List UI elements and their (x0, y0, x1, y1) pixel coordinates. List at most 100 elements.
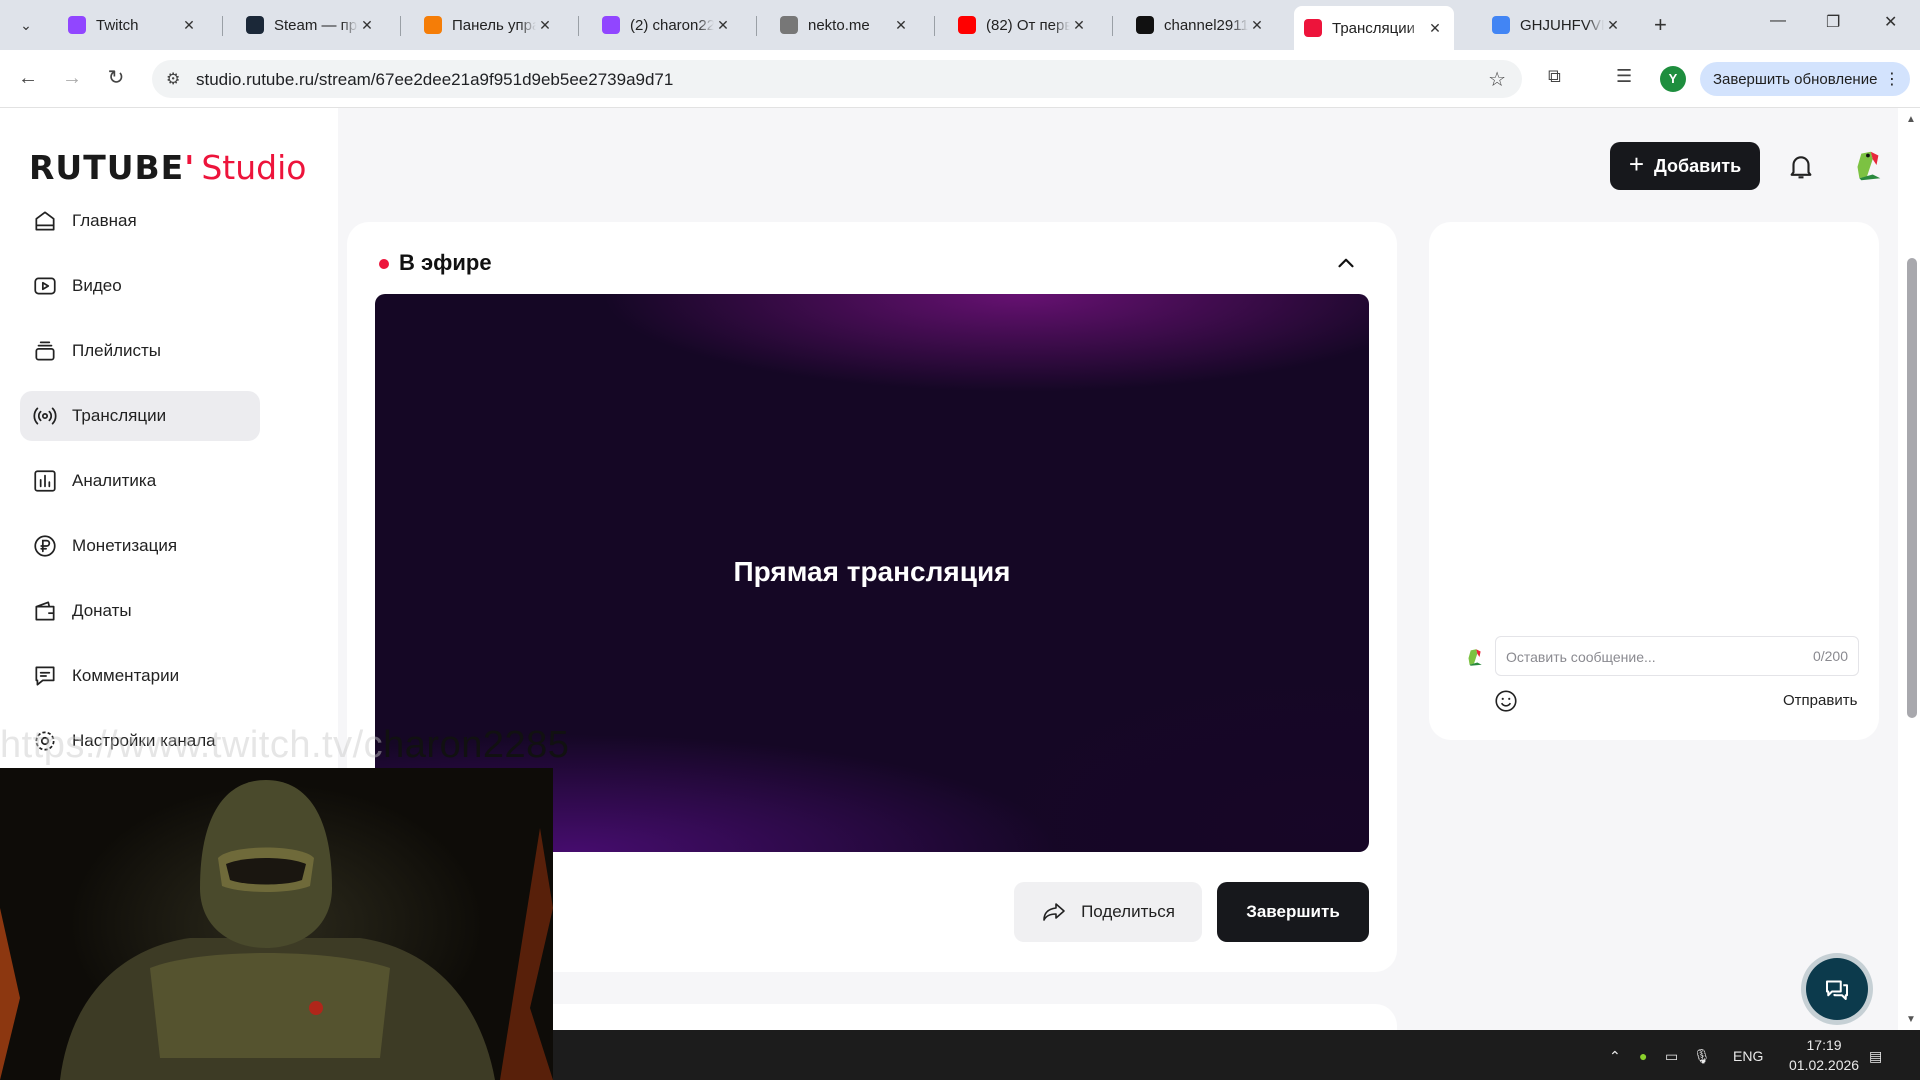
tab-title: (82) От первого (986, 16, 1070, 34)
page-scrollbar-thumb[interactable] (1907, 258, 1917, 718)
player-title: Прямая трансляция (733, 556, 1011, 587)
language-indicator[interactable]: ENG (1733, 1048, 1763, 1064)
minimize-icon[interactable]: — (1770, 12, 1786, 30)
sidebar-item-label: Монетизация (72, 536, 178, 555)
tab-title: Steam — профиль (274, 16, 358, 34)
emoji-icon[interactable] (1493, 688, 1519, 714)
playlist-icon (35, 341, 55, 361)
tray-app-icon[interactable]: ● (1639, 1048, 1647, 1064)
chat-panel: Оставить сообщение... 0/200 Отправить (1429, 222, 1879, 740)
finish-stream-button[interactable]: Завершить (1217, 882, 1369, 942)
close-tab-icon[interactable]: ✕ (714, 17, 732, 34)
sidebar-item-monetization[interactable]: Монетизация (20, 521, 260, 571)
sidebar-item-video[interactable]: Видео (20, 261, 260, 311)
close-tab-icon[interactable]: ✕ (1604, 17, 1622, 34)
chevron-down-icon: ⌄ (20, 16, 32, 33)
browser-tab[interactable]: Twitch ✕ (58, 8, 208, 42)
browser-tab[interactable]: Панель управления✕ (414, 8, 564, 42)
bookmark-star-icon[interactable]: ☆ (1488, 67, 1506, 92)
back-button[interactable]: ← (16, 66, 40, 90)
tab-separator (934, 16, 935, 36)
scroll-up-icon[interactable]: ▲ (1906, 114, 1916, 125)
sidebar-item-label: Главная (72, 211, 137, 230)
share-button[interactable]: Поделиться (1014, 882, 1202, 942)
chat-char-counter: 0/200 (1812, 648, 1848, 664)
browser-tab[interactable]: channel29115 ✕ (1126, 8, 1276, 42)
browser-tab[interactable]: (2) charon2285✕ (592, 8, 742, 42)
support-chat-button[interactable] (1806, 958, 1868, 1020)
chat-send-button[interactable]: Отправить (1783, 692, 1857, 709)
sidebar-item-home[interactable]: Главная (20, 196, 260, 246)
tab-separator (578, 16, 579, 36)
tab-search-button[interactable]: ⌄ (12, 12, 40, 38)
tab-separator (756, 16, 757, 36)
add-button-label: Добавить (1654, 155, 1742, 176)
sidebar-item-playlists[interactable]: Плейлисты (20, 326, 260, 376)
overlay-url-faint: https://www.twitch.tv/c (0, 724, 384, 766)
support-chat-icon (1826, 980, 1848, 1000)
sidebar-item-label: Комментарии (72, 666, 180, 685)
system-clock[interactable]: 17:19 01.02.2026 (1789, 1035, 1859, 1075)
reload-button[interactable]: ↻ (104, 66, 128, 90)
notifications-icon[interactable]: ▤ (1869, 1048, 1882, 1065)
comments-icon (35, 666, 55, 686)
address-bar[interactable]: ⚙ studio.rutube.ru/stream/67ee2dee21a9f9… (152, 60, 1522, 98)
extensions-icon[interactable]: ⧉ (1548, 66, 1561, 87)
rutube-studio-logo[interactable]: RUTUBE' Studio (29, 148, 306, 187)
finish-update-button[interactable]: Завершить обновление ⋮ (1700, 62, 1910, 96)
browser-tab[interactable]: nekto.me ✕ (770, 8, 920, 42)
twitch-icon (602, 16, 620, 34)
donation-icon (424, 16, 442, 34)
close-tab-icon[interactable]: ✕ (1070, 17, 1088, 34)
close-tab-icon[interactable]: ✕ (536, 17, 554, 34)
browser-tab[interactable]: Трансляции ✕ (1294, 6, 1454, 50)
armored-character-image (0, 780, 553, 1080)
microphone-icon[interactable]: 🎙 (1693, 1048, 1711, 1065)
battery-icon[interactable]: ▭ (1665, 1048, 1678, 1065)
stream-overlay-url: https://www.twitch.tv/charon2285 (0, 724, 569, 768)
notifications-bell-icon[interactable] (1786, 150, 1816, 182)
steam-icon (246, 16, 264, 34)
sidebar-item-donations[interactable]: Донаты (20, 586, 260, 636)
sidebar-item-comments[interactable]: Комментарии (20, 651, 260, 701)
broadcast-icon (33, 407, 57, 425)
restore-icon[interactable]: ❐ (1826, 12, 1840, 32)
sidebar-item-label: Донаты (72, 601, 132, 620)
youtube-icon (958, 16, 976, 34)
wallet-icon (35, 601, 55, 621)
sidebar-item-analytics[interactable]: Аналитика (20, 456, 260, 506)
add-button[interactable]: + Добавить (1610, 142, 1760, 190)
browser-tab[interactable]: GHJUHFVVF ✕ (1482, 8, 1632, 42)
address-url[interactable]: studio.rutube.ru/stream/67ee2dee21a9f951… (196, 70, 673, 90)
close-window-icon[interactable]: ✕ (1884, 12, 1897, 32)
user-avatar[interactable] (1848, 146, 1886, 184)
tab-separator (400, 16, 401, 36)
browser-tab-strip: ⌄ Twitch✕Steam — профиль✕Панель управлен… (0, 0, 1920, 50)
share-icon (1043, 903, 1065, 921)
close-tab-icon[interactable]: ✕ (1248, 17, 1266, 34)
close-tab-icon[interactable]: ✕ (358, 17, 376, 34)
new-tab-button[interactable]: + (1654, 12, 1667, 38)
chevron-up-icon[interactable] (1333, 250, 1359, 276)
sidebar-item-broadcasts[interactable]: Трансляции (20, 391, 260, 441)
close-tab-icon[interactable]: ✕ (180, 17, 198, 34)
nekto-icon (780, 16, 798, 34)
forward-button[interactable]: → (60, 66, 84, 90)
media-controls-icon[interactable]: ☰ (1616, 66, 1632, 87)
more-menu-icon[interactable]: ⋮ (1884, 69, 1900, 89)
browser-tab[interactable]: (82) От первого✕ (948, 8, 1098, 42)
site-settings-icon[interactable]: ⚙ (166, 69, 180, 89)
rutube-studio-icon (1304, 19, 1322, 37)
logo-brand: RUTUBE (29, 148, 185, 187)
analytics-icon (34, 470, 56, 492)
tray-overflow-icon[interactable]: ⌃ (1609, 1048, 1621, 1065)
scroll-down-icon[interactable]: ▼ (1906, 1014, 1916, 1025)
profile-avatar[interactable]: Y (1660, 66, 1686, 92)
chat-message-input[interactable]: Оставить сообщение... 0/200 (1495, 636, 1859, 676)
ruble-icon (34, 535, 56, 557)
clock-time: 17:19 (1806, 1037, 1842, 1053)
close-tab-icon[interactable]: ✕ (892, 17, 910, 34)
close-tab-icon[interactable]: ✕ (1426, 20, 1444, 37)
browser-tab[interactable]: Steam — профиль✕ (236, 8, 386, 42)
chat-input-placeholder: Оставить сообщение... (1506, 649, 1656, 665)
